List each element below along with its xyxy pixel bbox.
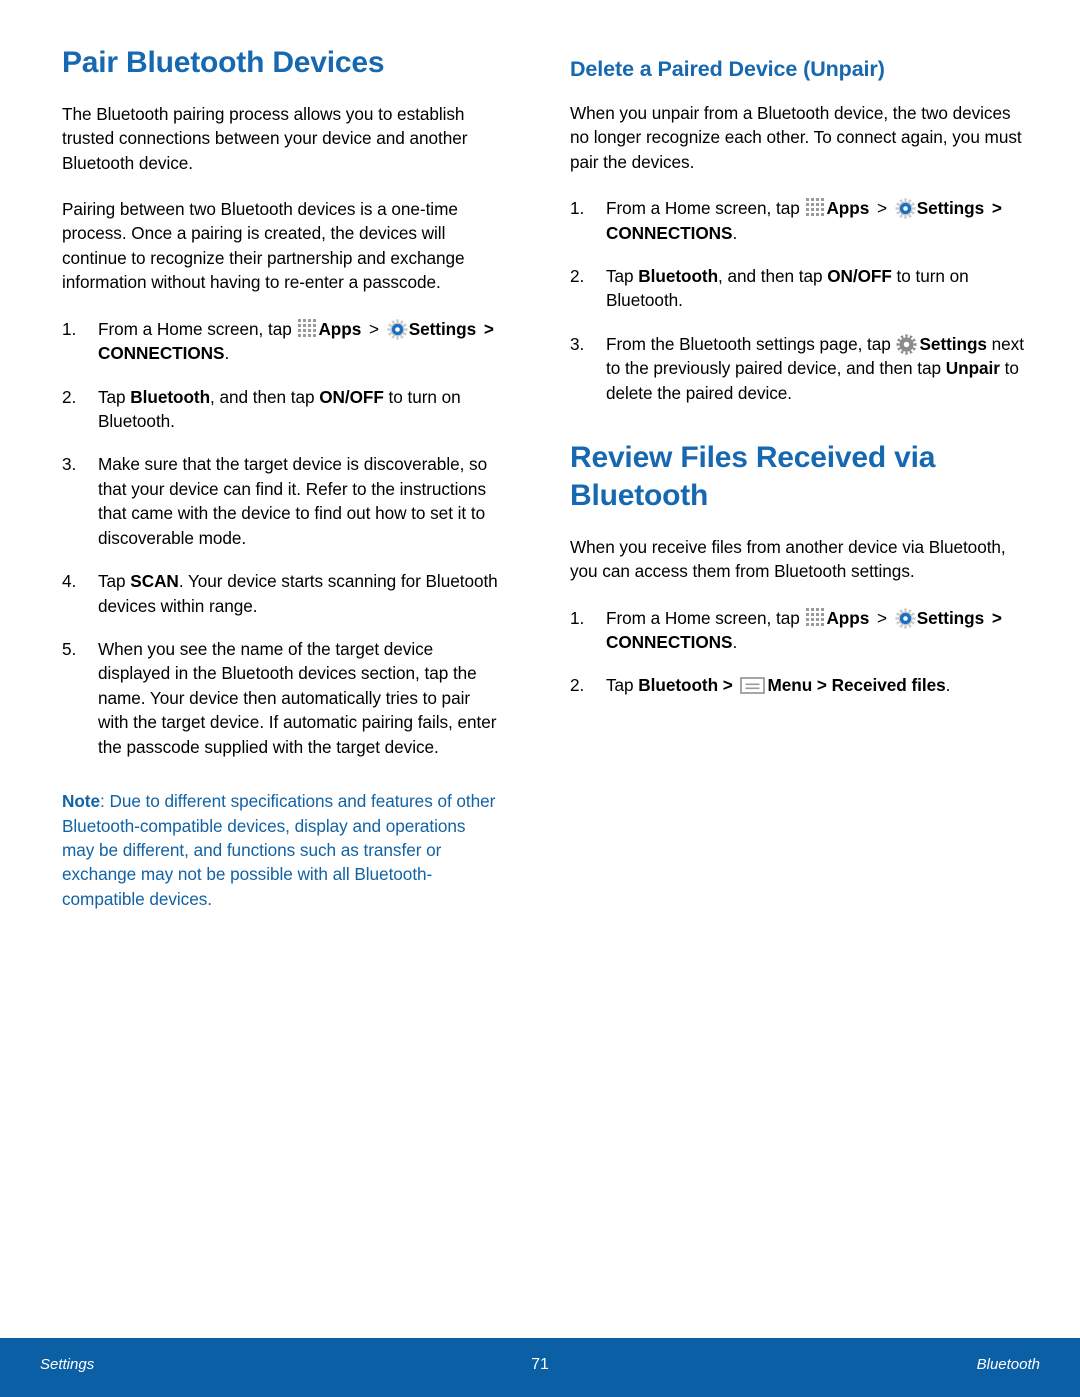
note-label: Note bbox=[62, 791, 100, 812]
emphasized-text: Apps bbox=[826, 198, 870, 219]
intro-paragraph-1: The Bluetooth pairing process allows you… bbox=[62, 103, 468, 173]
note-block: Note: Due to different specifications an… bbox=[62, 789, 498, 911]
emphasized-text: ON/OFF bbox=[319, 386, 384, 407]
step-text: When you see the name of the target devi… bbox=[98, 638, 497, 757]
step-text: From a Home screen, tap bbox=[606, 198, 805, 219]
emphasized-text: > bbox=[812, 675, 832, 696]
page-footer: Settings 71 Bluetooth bbox=[0, 1338, 1080, 1397]
page-title: Pair Bluetooth Devices bbox=[62, 46, 385, 79]
emphasized-text: CONNECTIONS bbox=[98, 343, 225, 364]
step-number: 2. bbox=[570, 675, 585, 696]
emphasized-text: Settings bbox=[916, 198, 985, 219]
step-text: From a Home screen, tap bbox=[98, 318, 297, 339]
review-intro-paragraph: When you receive files from another devi… bbox=[570, 536, 1006, 582]
list-item: 2. Tap Bluetooth, and then tap ON/OFF to … bbox=[570, 264, 1030, 313]
step-text: . bbox=[732, 222, 738, 243]
chevron-separator-icon: > bbox=[876, 198, 887, 219]
emphasized-text: CONNECTIONS bbox=[606, 222, 733, 243]
step-number: 1. bbox=[62, 318, 77, 339]
step-number: 1. bbox=[570, 607, 585, 628]
step-number: 2. bbox=[570, 265, 585, 286]
settings-gear-icon bbox=[387, 319, 408, 340]
settings-gear-solid-icon bbox=[896, 334, 916, 355]
menu-icon bbox=[739, 677, 765, 695]
list-item: 1. From a Home screen, tap Apps > Setting… bbox=[570, 196, 1030, 245]
step-text: Make sure that the target device is disc… bbox=[98, 454, 488, 548]
apps-icon bbox=[806, 198, 825, 217]
settings-gear-icon bbox=[895, 608, 916, 628]
list-item: 2. Tap Bluetooth > Menu > Received files. bbox=[570, 673, 1030, 697]
step-number: 5. bbox=[62, 638, 77, 659]
emphasized-text: Bluetooth bbox=[638, 675, 719, 696]
step-number: 3. bbox=[570, 333, 585, 354]
chevron-separator-icon: > bbox=[876, 607, 887, 628]
chevron-separator-icon: > bbox=[991, 607, 1002, 628]
step-text: Tap bbox=[98, 386, 131, 407]
step-text bbox=[984, 608, 989, 628]
step-text bbox=[476, 319, 481, 339]
step-text: Tap bbox=[606, 675, 639, 696]
note-text: : Due to different specifications and fe… bbox=[62, 791, 496, 909]
emphasized-text: Settings bbox=[408, 318, 477, 339]
emphasized-text: > bbox=[718, 675, 733, 696]
emphasized-text: Menu bbox=[767, 675, 813, 696]
apps-icon bbox=[298, 318, 317, 338]
step-text bbox=[361, 319, 366, 339]
list-item: 3. Make sure that the target device is di… bbox=[62, 452, 498, 550]
intro-paragraph-2: Pairing between two Bluetooth devices is… bbox=[62, 199, 465, 293]
list-item: 5. When you see the name of the target de… bbox=[62, 637, 498, 759]
emphasized-text: Bluetooth bbox=[130, 386, 211, 407]
step-text: Tap bbox=[606, 265, 639, 286]
step-text: , and then tap bbox=[718, 265, 828, 286]
step-text: . bbox=[945, 675, 951, 696]
unpair-steps-list: 1. From a Home screen, tap Apps > Setting… bbox=[570, 196, 1030, 405]
list-item: 2. Tap Bluetooth, and then tap ON/OFF to … bbox=[62, 385, 498, 434]
step-text: , and then tap bbox=[210, 386, 320, 407]
step-text: Tap bbox=[98, 571, 131, 592]
step-text: . bbox=[732, 631, 738, 652]
review-steps-list: 1. From a Home screen, tap Apps > Setting… bbox=[570, 606, 1030, 698]
two-column-layout: Pair Bluetooth Devices The Bluetooth pai… bbox=[0, 0, 1080, 911]
document-page: Pair Bluetooth Devices The Bluetooth pai… bbox=[0, 0, 1080, 1397]
pair-steps-list: 1. From a Home screen, tap Apps > Setting… bbox=[62, 317, 498, 759]
emphasized-text: Settings bbox=[919, 333, 987, 354]
chevron-separator-icon: > bbox=[991, 198, 1002, 219]
list-item: 4. Tap SCAN. Your device starts scanning … bbox=[62, 569, 498, 618]
chevron-separator-icon: > bbox=[368, 318, 379, 339]
review-files-section-title: Review Files Received via Bluetooth bbox=[570, 441, 936, 512]
footer-topic-label: Bluetooth bbox=[976, 1356, 1040, 1373]
step-text bbox=[984, 198, 989, 218]
list-item: 3. From the Bluetooth settings page, tap … bbox=[570, 332, 1030, 405]
emphasized-text: Received files bbox=[831, 675, 946, 696]
step-number: 3. bbox=[62, 454, 77, 475]
emphasized-text: ON/OFF bbox=[827, 265, 892, 286]
emphasized-text: Unpair bbox=[945, 358, 1000, 379]
step-number: 4. bbox=[62, 571, 77, 592]
left-column: Pair Bluetooth Devices The Bluetooth pai… bbox=[0, 0, 540, 911]
emphasized-text: SCAN bbox=[130, 571, 179, 592]
right-column: Delete a Paired Device (Unpair) When you… bbox=[540, 0, 1080, 911]
step-text: From a Home screen, tap bbox=[606, 607, 805, 628]
emphasized-text: CONNECTIONS bbox=[606, 631, 733, 652]
footer-inner: Settings 71 Bluetooth bbox=[0, 1338, 1080, 1397]
step-text bbox=[869, 608, 874, 628]
step-text bbox=[869, 198, 874, 218]
emphasized-text: Apps bbox=[826, 607, 870, 628]
list-item: 1. From a Home screen, tap Apps > Setting… bbox=[570, 606, 1030, 655]
emphasized-text: Bluetooth bbox=[638, 265, 719, 286]
apps-icon bbox=[806, 607, 825, 627]
step-number: 1. bbox=[570, 198, 585, 219]
step-number: 2. bbox=[62, 386, 77, 407]
footer-page-number: 71 bbox=[531, 1356, 549, 1373]
step-text bbox=[733, 675, 738, 695]
emphasized-text: Settings bbox=[916, 607, 985, 628]
settings-gear-icon bbox=[895, 198, 916, 219]
emphasized-text: Apps bbox=[318, 318, 362, 339]
chevron-separator-icon: > bbox=[483, 318, 494, 339]
list-item: 1. From a Home screen, tap Apps > Setting… bbox=[62, 317, 498, 366]
step-text: From the Bluetooth settings page, tap bbox=[606, 333, 896, 354]
unpair-section-title: Delete a Paired Device (Unpair) bbox=[570, 57, 885, 81]
step-text: . bbox=[224, 343, 230, 364]
unpair-intro-paragraph: When you unpair from a Bluetooth device,… bbox=[570, 102, 1022, 172]
